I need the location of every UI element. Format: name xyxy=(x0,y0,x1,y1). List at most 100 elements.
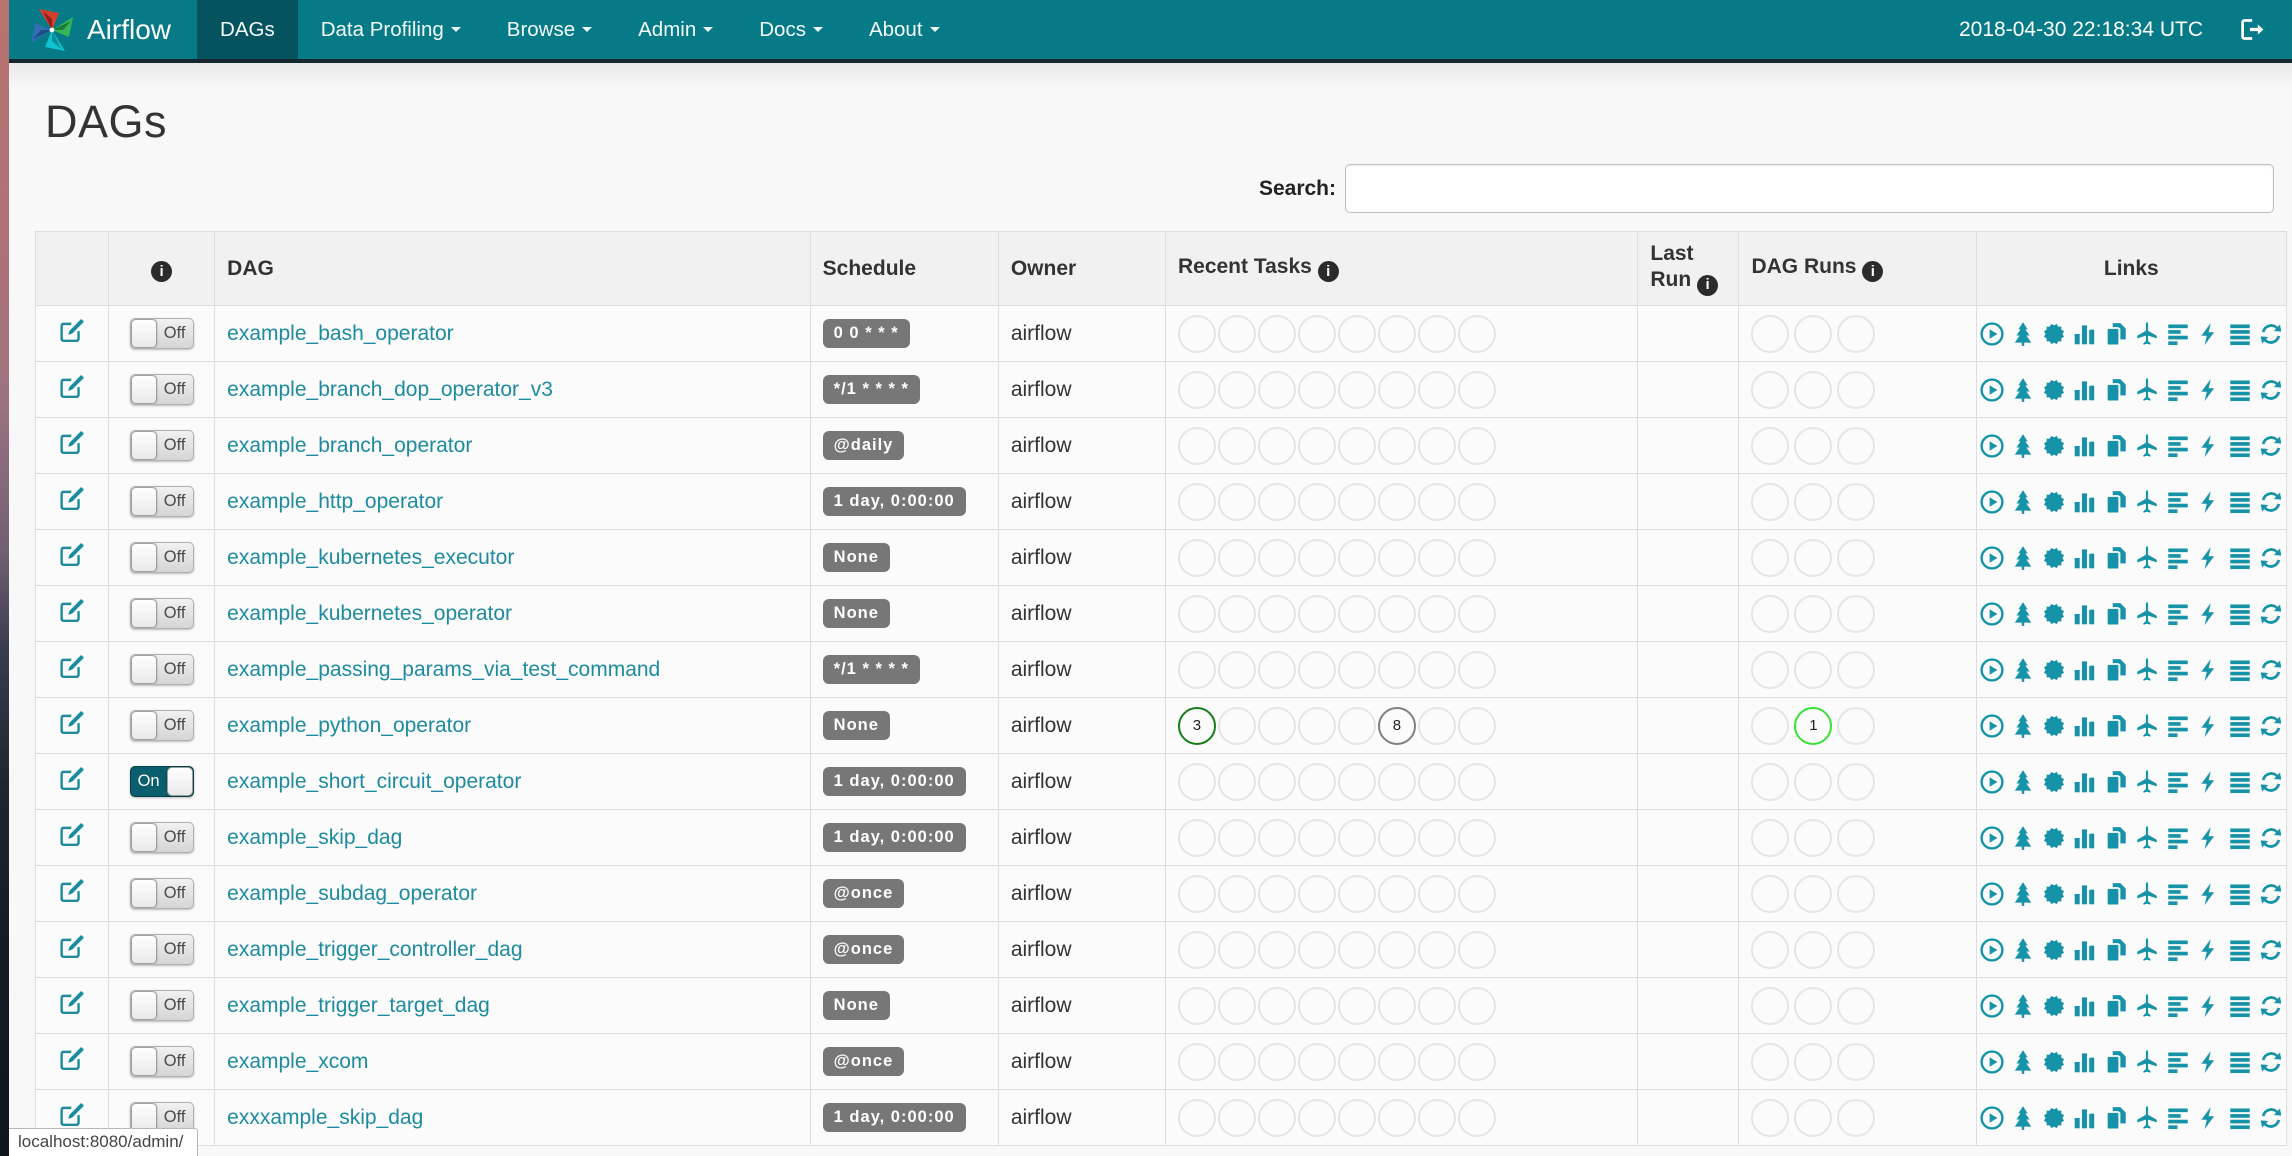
task-duration-icon[interactable] xyxy=(2072,321,2098,347)
tree-view-icon[interactable] xyxy=(2010,321,2036,347)
tree-view-icon[interactable] xyxy=(2010,713,2036,739)
dag-run-circle[interactable] xyxy=(1837,874,1876,913)
landing-times-icon[interactable] xyxy=(2134,657,2160,683)
recent-task-circle[interactable] xyxy=(1257,874,1296,913)
graph-view-icon[interactable] xyxy=(2041,713,2067,739)
landing-times-icon[interactable] xyxy=(2134,545,2160,571)
dag-pause-toggle[interactable]: Off xyxy=(129,318,194,349)
recent-task-circle[interactable] xyxy=(1217,482,1256,521)
trigger-dag-icon[interactable] xyxy=(1979,769,2005,795)
task-details-icon[interactable] xyxy=(2227,657,2253,683)
landing-times-icon[interactable] xyxy=(2134,321,2160,347)
gantt-view-icon[interactable] xyxy=(2165,601,2191,627)
trigger-dag-icon[interactable] xyxy=(1979,377,2005,403)
code-view-icon[interactable] xyxy=(2196,1105,2222,1131)
tree-view-icon[interactable] xyxy=(2010,993,2036,1019)
recent-task-circle[interactable] xyxy=(1417,930,1456,969)
recent-task-circle[interactable] xyxy=(1457,650,1496,689)
gantt-view-icon[interactable] xyxy=(2165,769,2191,795)
recent-task-circle[interactable] xyxy=(1297,874,1336,913)
edit-dag-button[interactable] xyxy=(58,596,87,625)
dag-pause-toggle[interactable]: Off xyxy=(129,878,194,909)
task-duration-icon[interactable] xyxy=(2072,1105,2098,1131)
code-view-icon[interactable] xyxy=(2196,321,2222,347)
dag-run-circle[interactable] xyxy=(1837,1042,1876,1081)
recent-task-circle[interactable] xyxy=(1337,818,1376,857)
recent-task-circle[interactable] xyxy=(1257,762,1296,801)
dag-link[interactable]: example_trigger_target_dag xyxy=(227,994,490,1017)
dag-run-circle[interactable] xyxy=(1837,762,1876,801)
refresh-icon[interactable] xyxy=(2258,545,2284,571)
task-tries-icon[interactable] xyxy=(2103,825,2129,851)
tree-view-icon[interactable] xyxy=(2010,937,2036,963)
recent-task-circle[interactable] xyxy=(1457,1042,1496,1081)
task-tries-icon[interactable] xyxy=(2103,713,2129,739)
dag-run-circle[interactable] xyxy=(1837,426,1876,465)
recent-task-circle[interactable] xyxy=(1417,482,1456,521)
dag-link[interactable]: example_xcom xyxy=(227,1050,368,1073)
trigger-dag-icon[interactable] xyxy=(1979,881,2005,907)
recent-task-circle[interactable] xyxy=(1377,930,1416,969)
recent-task-circle[interactable] xyxy=(1377,594,1416,633)
refresh-icon[interactable] xyxy=(2258,321,2284,347)
task-tries-icon[interactable] xyxy=(2103,377,2129,403)
task-duration-icon[interactable] xyxy=(2072,489,2098,515)
dag-run-circle[interactable] xyxy=(1751,762,1790,801)
edit-dag-button[interactable] xyxy=(58,764,87,793)
recent-task-circle[interactable] xyxy=(1377,482,1416,521)
dag-pause-toggle[interactable]: Off xyxy=(129,822,194,853)
task-details-icon[interactable] xyxy=(2227,769,2253,795)
recent-task-circle[interactable] xyxy=(1457,314,1496,353)
recent-task-circle[interactable] xyxy=(1177,1042,1216,1081)
refresh-icon[interactable] xyxy=(2258,881,2284,907)
dag-run-circle[interactable] xyxy=(1794,930,1833,969)
recent-task-circle[interactable] xyxy=(1337,1042,1376,1081)
task-details-icon[interactable] xyxy=(2227,433,2253,459)
recent-task-circle[interactable] xyxy=(1217,314,1256,353)
gantt-view-icon[interactable] xyxy=(2165,881,2191,907)
task-tries-icon[interactable] xyxy=(2103,769,2129,795)
recent-task-circle[interactable] xyxy=(1377,986,1416,1025)
dag-run-circle[interactable] xyxy=(1837,930,1876,969)
recent-task-circle[interactable] xyxy=(1217,1042,1256,1081)
recent-task-circle[interactable] xyxy=(1217,426,1256,465)
task-duration-icon[interactable] xyxy=(2072,377,2098,403)
edit-dag-button[interactable] xyxy=(58,1100,87,1129)
recent-task-circle[interactable] xyxy=(1177,1098,1216,1137)
dag-run-circle[interactable] xyxy=(1751,930,1790,969)
trigger-dag-icon[interactable] xyxy=(1979,993,2005,1019)
recent-task-circle[interactable] xyxy=(1217,874,1256,913)
graph-view-icon[interactable] xyxy=(2041,377,2067,403)
gantt-view-icon[interactable] xyxy=(2165,825,2191,851)
dag-link[interactable]: example_branch_operator xyxy=(227,434,472,457)
recent-task-circle[interactable] xyxy=(1377,818,1416,857)
recent-task-circle[interactable] xyxy=(1457,370,1496,409)
recent-task-circle[interactable] xyxy=(1297,1042,1336,1081)
landing-times-icon[interactable] xyxy=(2134,713,2160,739)
recent-task-circle[interactable] xyxy=(1337,482,1376,521)
brand[interactable]: Airflow xyxy=(9,0,197,59)
recent-task-circle[interactable] xyxy=(1217,930,1256,969)
recent-task-circle[interactable] xyxy=(1377,314,1416,353)
dag-run-circle[interactable] xyxy=(1794,594,1833,633)
dag-link[interactable]: example_bash_operator xyxy=(227,322,454,345)
dag-link[interactable]: example_trigger_controller_dag xyxy=(227,938,522,961)
task-details-icon[interactable] xyxy=(2227,545,2253,571)
sign-out-icon[interactable] xyxy=(2237,16,2264,43)
task-duration-icon[interactable] xyxy=(2072,993,2098,1019)
tree-view-icon[interactable] xyxy=(2010,769,2036,795)
recent-task-circle[interactable] xyxy=(1377,426,1416,465)
dag-run-circle[interactable] xyxy=(1751,426,1790,465)
recent-task-circle[interactable]: 3 xyxy=(1177,706,1216,745)
edit-dag-button[interactable] xyxy=(58,540,87,569)
recent-task-circle[interactable] xyxy=(1257,314,1296,353)
landing-times-icon[interactable] xyxy=(2134,489,2160,515)
recent-task-circle[interactable] xyxy=(1217,706,1256,745)
task-duration-icon[interactable] xyxy=(2072,657,2098,683)
task-details-icon[interactable] xyxy=(2227,489,2253,515)
recent-task-circle[interactable] xyxy=(1377,538,1416,577)
recent-task-circle[interactable] xyxy=(1217,650,1256,689)
tree-view-icon[interactable] xyxy=(2010,545,2036,571)
dag-run-circle[interactable] xyxy=(1794,482,1833,521)
dag-pause-toggle[interactable]: Off xyxy=(129,654,194,685)
